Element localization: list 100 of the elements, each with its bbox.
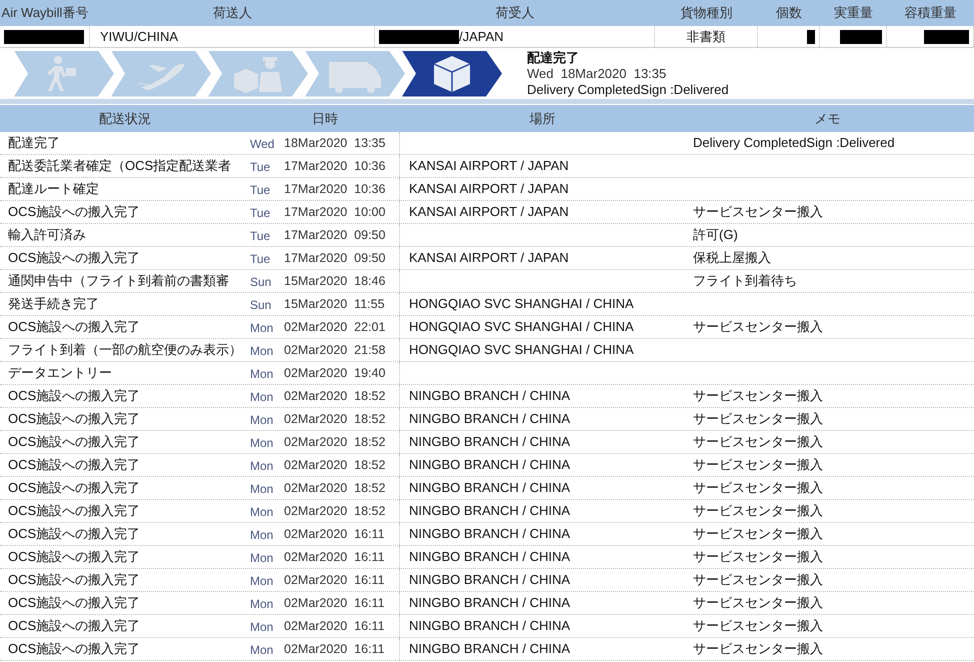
table-cell-text: 17Mar2020 10:00 <box>284 204 386 221</box>
table-cell: サービスセンター搬入 <box>693 526 823 542</box>
table-cell: OCS施設への搬入完了 <box>8 480 140 496</box>
day-label: Mon <box>250 435 274 452</box>
table-cell: NINGBO BRANCH / CHINA <box>409 549 570 564</box>
table-cell: OCS施設への搬入完了 <box>8 434 140 450</box>
table-cell: サービスセンター搬入 <box>693 411 823 426</box>
table-cell: NINGBO BRANCH / CHINA <box>409 411 570 426</box>
day-label: Mon <box>250 343 274 360</box>
table-cell: OCS施設への搬入完了 <box>8 549 140 564</box>
table-cell: 配達完了 <box>8 135 60 150</box>
table-cell: サービスセンター搬入 <box>693 388 823 404</box>
table-cell: OCS施設への搬入完了 <box>8 250 140 266</box>
table-cell: OCS施設への搬入完了 <box>8 572 140 588</box>
status-title: 配達完了 <box>527 50 580 66</box>
table-cell: 保税上屋搬入 <box>693 250 771 266</box>
table-cell: サービスセンター搬入 <box>693 204 823 220</box>
day-label: Tue <box>250 159 272 176</box>
table-cell: NINGBO BRANCH / CHINA <box>409 595 570 610</box>
table-cell: 輸入許可済み <box>8 227 86 242</box>
table-cell: NINGBO BRANCH / CHINA <box>409 503 570 518</box>
day-label: Mon <box>250 619 274 636</box>
day-label: Mon <box>250 412 274 429</box>
day-label: Tue <box>250 228 272 245</box>
column-header: 荷受人 <box>496 4 534 22</box>
table-cell: HONGQIAO SVC SHANGHAI / CHINA <box>409 296 634 312</box>
table-cell: サービスセンター搬入 <box>693 319 823 334</box>
table-cell: サービスセンター搬入 <box>693 595 823 610</box>
table-cell-text: 02Mar2020 18:52 <box>284 388 386 405</box>
table-cell-text: 02Mar2020 16:11 <box>284 572 385 589</box>
column-header: 実重量 <box>834 4 873 22</box>
status-note: Delivery CompletedSign :Delivered <box>527 82 729 98</box>
table-cell: OCS施設への搬入完了 <box>8 641 140 656</box>
table-cell: サービスセンター搬入 <box>693 549 823 564</box>
table-cell-text: 02Mar2020 18:52 <box>284 410 386 428</box>
column-header: 日時 <box>312 110 338 128</box>
day-label: Mon <box>250 527 274 544</box>
day-label: Mon <box>250 550 274 567</box>
table-cell: NINGBO BRANCH / CHINA <box>409 388 570 404</box>
table-cell: 通関申告中（フライト到着前の書類審 <box>8 273 229 288</box>
table-cell: サービスセンター搬入 <box>693 503 823 518</box>
day-label: Tue <box>250 205 272 222</box>
table-cell: NINGBO BRANCH / CHINA <box>409 618 570 634</box>
table-cell: フライト到着待ち <box>693 273 797 288</box>
table-cell-text: 15Mar2020 18:46 <box>284 272 386 290</box>
table-cell-text: 15Mar2020 11:55 <box>284 296 385 313</box>
column-header: 容積重量 <box>904 4 956 22</box>
table-cell: NINGBO BRANCH / CHINA <box>409 572 570 588</box>
day-label: Sun <box>250 274 272 291</box>
day-label: Mon <box>250 320 274 337</box>
table-cell-text: 18Mar2020 13:35 <box>284 134 386 152</box>
table-cell: KANSAI AIRPORT / JAPAN <box>409 204 569 220</box>
day-label: Wed <box>250 136 274 153</box>
table-cell-text: 非書類 <box>686 28 726 46</box>
table-cell: 発送手続き完了 <box>8 296 99 312</box>
table-cell: NINGBO BRANCH / CHINA <box>409 641 570 656</box>
table-cell: OCS施設への搬入完了 <box>8 503 140 518</box>
table-cell: Delivery CompletedSign :Delivered <box>693 135 895 150</box>
day-label: Tue <box>250 182 272 199</box>
day-label: Mon <box>250 596 274 613</box>
table-cell-text: 02Mar2020 16:11 <box>284 548 385 566</box>
status-datetime: Wed 18Mar2020 13:35 <box>527 66 668 82</box>
table-cell: OCS施設への搬入完了 <box>8 319 140 334</box>
table-cell: KANSAI AIRPORT / JAPAN <box>409 181 569 196</box>
table-cell-text: 02Mar2020 18:52 <box>284 456 386 474</box>
table-cell: サービスセンター搬入 <box>693 572 823 588</box>
table-cell: 配達ルート確定 <box>8 181 99 196</box>
table-cell: 配送委託業者確定（OCS指定配送業者 <box>8 158 232 174</box>
table-cell: NINGBO BRANCH / CHINA <box>409 526 570 542</box>
table-cell-text: 02Mar2020 21:58 <box>284 342 386 359</box>
table-cell-text: 17Mar2020 10:36 <box>284 180 386 198</box>
table-cell: OCS施設への搬入完了 <box>8 388 140 404</box>
table-cell: サービスセンター搬入 <box>693 434 823 450</box>
table-cell-text: 02Mar2020 16:11 <box>284 618 385 635</box>
column-header: メモ <box>814 110 840 128</box>
table-cell: OCS施設への搬入完了 <box>8 526 140 542</box>
column-header: 貨物種別 <box>680 4 732 22</box>
day-label: Mon <box>250 573 274 590</box>
day-label: Mon <box>250 389 274 406</box>
table-cell: OCS施設への搬入完了 <box>8 595 140 610</box>
table-cell: OCS施設への搬入完了 <box>8 457 140 472</box>
table-cell-text: 17Mar2020 09:50 <box>284 250 386 267</box>
column-header: 場所 <box>530 110 556 128</box>
table-cell: サービスセンター搬入 <box>693 457 823 472</box>
table-cell: OCS施設への搬入完了 <box>8 204 140 220</box>
table-cell: 許可(G) <box>693 227 738 242</box>
table-cell-text: 17Mar2020 09:50 <box>284 226 386 244</box>
table-cell-text: 02Mar2020 18:52 <box>284 480 386 497</box>
day-label: Mon <box>250 642 274 659</box>
table-cell-text: /JAPAN <box>459 28 504 46</box>
day-label: Mon <box>250 458 274 475</box>
table-cell: KANSAI AIRPORT / JAPAN <box>409 158 569 174</box>
table-cell: HONGQIAO SVC SHANGHAI / CHINA <box>409 342 634 358</box>
column-header: 配送状況 <box>99 110 151 128</box>
table-cell: KANSAI AIRPORT / JAPAN <box>409 250 569 266</box>
column-header: Air Waybill番号 <box>2 4 88 22</box>
table-cell-text: 02Mar2020 22:01 <box>284 318 386 336</box>
table-cell: データエントリー <box>8 365 112 380</box>
table-cell-text: 02Mar2020 16:11 <box>284 594 385 612</box>
table-cell: NINGBO BRANCH / CHINA <box>409 457 570 472</box>
